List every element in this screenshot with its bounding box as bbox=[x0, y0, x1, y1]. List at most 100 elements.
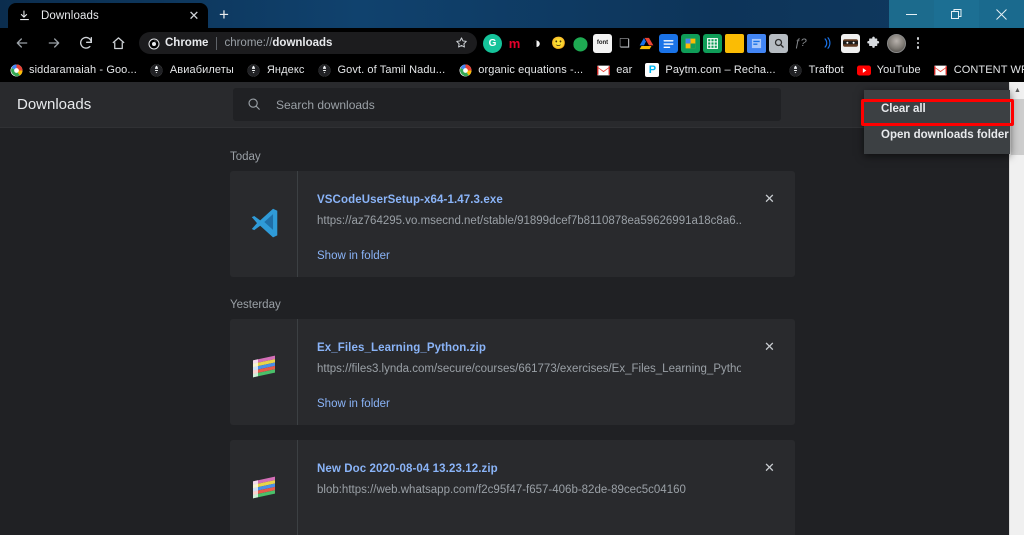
extension-icon-notes[interactable] bbox=[725, 33, 744, 53]
close-button[interactable] bbox=[979, 0, 1024, 28]
downloads-list: Today VSCodeUserSetup-x64-1.47.3.exe htt… bbox=[0, 129, 1010, 535]
search-input[interactable] bbox=[276, 97, 781, 112]
tab-title: Downloads bbox=[41, 9, 99, 22]
globe-favicon bbox=[247, 63, 261, 77]
downloads-more-menu: Clear all Open downloads folder bbox=[864, 90, 1010, 154]
bookmark-label: Paytm.com – Recha... bbox=[665, 64, 776, 76]
extension-icon-google-keep[interactable] bbox=[659, 33, 678, 53]
file-source-url: https://files3.lynda.com/secure/courses/… bbox=[317, 363, 741, 375]
extensions-strip: G m ◑ 🙂 ⬤ font ❏ ƒ? bbox=[483, 33, 810, 53]
globe-favicon bbox=[789, 63, 803, 77]
bookmark-item[interactable]: ear bbox=[596, 60, 639, 80]
bookmark-item[interactable]: organic equations -... bbox=[458, 60, 590, 80]
downloads-header: Downloads bbox=[0, 82, 1010, 128]
site-chip: Chrome bbox=[148, 37, 208, 50]
minimize-button[interactable] bbox=[889, 0, 934, 28]
vertical-scrollbar[interactable]: ▲ bbox=[1009, 82, 1024, 535]
download-details: VSCodeUserSetup-x64-1.47.3.exe https://a… bbox=[298, 171, 795, 277]
back-icon[interactable] bbox=[8, 29, 36, 57]
menu-item-clear-all[interactable]: Clear all bbox=[864, 96, 1010, 122]
vscode-icon bbox=[247, 205, 281, 244]
extension-icon-font-finder[interactable]: font bbox=[593, 33, 612, 53]
file-name-link[interactable]: VSCodeUserSetup-x64-1.47.3.exe bbox=[317, 194, 737, 206]
remove-download-icon[interactable]: ✕ bbox=[761, 459, 778, 476]
extension-icon-pocket[interactable] bbox=[747, 33, 766, 53]
bookmark-label: Govt. of Tamil Nadu... bbox=[337, 64, 446, 76]
tab-close-icon[interactable]: ✕ bbox=[186, 8, 202, 24]
url-prefix: chrome:// bbox=[224, 37, 273, 49]
extension-icon-pushbullet[interactable]: ⬤ bbox=[571, 34, 590, 53]
browser-tab-downloads[interactable]: Downloads ✕ bbox=[8, 3, 208, 28]
scroll-up-icon[interactable]: ▲ bbox=[1010, 82, 1024, 98]
remove-download-icon[interactable]: ✕ bbox=[761, 190, 778, 207]
file-name-link[interactable]: Ex_Files_Learning_Python.zip bbox=[317, 342, 737, 354]
chrome-icon bbox=[148, 37, 160, 50]
bookmarks-bar: siddaramaiah - Goo... Авиабилеты Яндекс … bbox=[0, 58, 1024, 82]
extension-icon-dark-reader[interactable]: ◑ bbox=[527, 34, 546, 53]
scrollbar-thumb[interactable] bbox=[1011, 99, 1024, 155]
profile-avatar[interactable] bbox=[887, 33, 906, 53]
download-item[interactable]: New Doc 2020-08-04 13.23.12.zip blob:htt… bbox=[230, 440, 795, 535]
extension-icon-copy[interactable]: ❏ bbox=[615, 34, 634, 53]
extension-icon-google-sheets[interactable] bbox=[681, 33, 700, 53]
extension-icon-math[interactable]: ƒ? bbox=[791, 34, 810, 53]
file-source-url: blob:https://web.whatsapp.com/f2c95f47-f… bbox=[317, 484, 686, 496]
extension-icon-grid[interactable] bbox=[703, 33, 722, 53]
globe-favicon bbox=[317, 63, 331, 77]
gmail-favicon bbox=[934, 63, 948, 77]
show-in-folder-link[interactable]: Show in folder bbox=[317, 250, 390, 262]
bookmark-label: ear bbox=[616, 64, 633, 76]
winrar-icon bbox=[250, 476, 278, 511]
download-details: New Doc 2020-08-04 13.23.12.zip blob:htt… bbox=[298, 440, 795, 535]
chrome-menu-icon[interactable] bbox=[910, 35, 926, 51]
extension-icon-user-agent[interactable]: 🙂 bbox=[549, 34, 568, 53]
bookmark-label: Trafbot bbox=[808, 64, 844, 76]
window-controls bbox=[889, 0, 1024, 28]
remove-download-icon[interactable]: ✕ bbox=[761, 338, 778, 355]
extension-icon-mendeley[interactable]: m bbox=[505, 34, 524, 53]
bookmark-item[interactable]: siddaramaiah - Goo... bbox=[9, 60, 144, 80]
reload-icon[interactable] bbox=[72, 29, 100, 57]
cast-icon[interactable] bbox=[818, 34, 837, 53]
group-label-yesterday: Yesterday bbox=[230, 299, 281, 311]
home-icon[interactable] bbox=[104, 29, 132, 57]
file-name-link[interactable]: New Doc 2020-08-04 13.23.12.zip bbox=[317, 463, 737, 475]
bookmark-item[interactable]: YouTube bbox=[856, 60, 928, 80]
bookmark-label: Авиабилеты bbox=[169, 64, 234, 76]
bookmark-label: Яндекс bbox=[266, 64, 305, 76]
bookmark-label: siddaramaiah - Goo... bbox=[29, 64, 137, 76]
omnibox-divider bbox=[216, 36, 218, 50]
title-bar: Downloads ✕ + bbox=[0, 0, 1024, 28]
google-favicon bbox=[9, 63, 23, 77]
extension-icon-grammarly[interactable]: G bbox=[483, 33, 502, 53]
address-bar[interactable]: Chrome chrome://downloads bbox=[139, 32, 477, 54]
file-icon-column bbox=[230, 171, 298, 277]
bookmark-label: YouTube bbox=[876, 64, 921, 76]
bookmark-item[interactable]: Trafbot bbox=[789, 60, 851, 80]
bookmark-star-icon[interactable] bbox=[455, 36, 469, 50]
gmail-favicon bbox=[596, 63, 610, 77]
search-icon bbox=[247, 97, 262, 112]
url-path: downloads bbox=[272, 37, 333, 49]
bookmark-item[interactable]: Яндекс bbox=[247, 60, 312, 80]
extension-icon-zoom-search[interactable] bbox=[769, 33, 788, 53]
paytm-favicon: P bbox=[645, 63, 660, 77]
maximize-button[interactable] bbox=[934, 0, 979, 28]
download-item[interactable]: VSCodeUserSetup-x64-1.47.3.exe https://a… bbox=[230, 171, 795, 277]
bookmark-item[interactable]: CONTENT WRITING... bbox=[934, 60, 1024, 80]
bookmark-item[interactable]: P Paytm.com – Recha... bbox=[645, 60, 782, 80]
extensions-puzzle-icon[interactable] bbox=[864, 34, 883, 53]
bookmark-label: CONTENT WRITING... bbox=[953, 64, 1024, 76]
menu-item-open-downloads-folder[interactable]: Open downloads folder bbox=[864, 122, 1010, 148]
google-favicon bbox=[458, 63, 472, 77]
ad-blocker-icon[interactable] bbox=[841, 33, 860, 53]
file-icon-column bbox=[230, 319, 298, 425]
extension-icon-google-drive[interactable] bbox=[637, 34, 656, 53]
search-container[interactable] bbox=[233, 88, 781, 121]
show-in-folder-link[interactable]: Show in folder bbox=[317, 398, 390, 410]
new-tab-button[interactable]: + bbox=[212, 4, 236, 26]
forward-icon[interactable] bbox=[40, 29, 68, 57]
bookmark-item[interactable]: Авиабилеты bbox=[150, 60, 241, 80]
download-item[interactable]: Ex_Files_Learning_Python.zip https://fil… bbox=[230, 319, 795, 425]
bookmark-item[interactable]: Govt. of Tamil Nadu... bbox=[317, 60, 452, 80]
